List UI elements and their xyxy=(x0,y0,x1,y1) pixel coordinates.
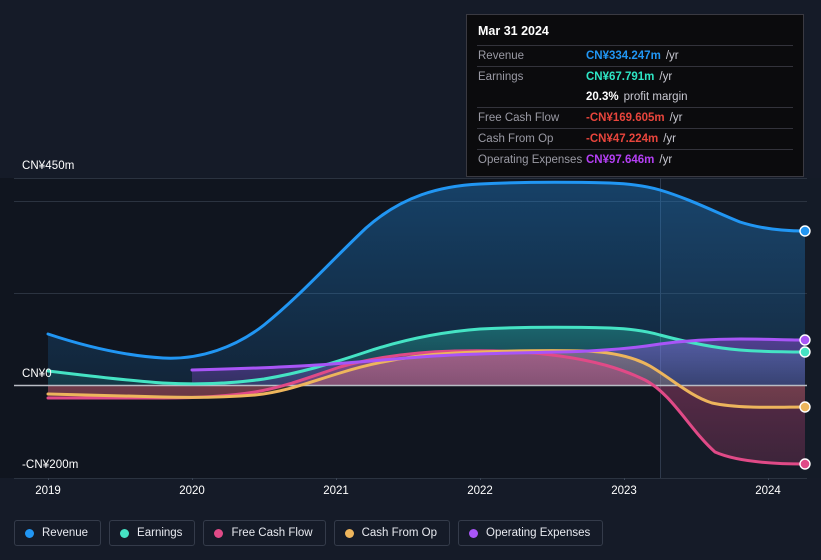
tooltip-date: Mar 31 2024 xyxy=(478,24,549,38)
tooltip-unit-profit-margin: profit margin xyxy=(623,91,688,103)
y-axis-label-zero: CN¥0 xyxy=(22,368,52,380)
tooltip-value-profit-margin: 20.3% xyxy=(586,91,619,103)
legend-dot-earnings-icon xyxy=(120,528,130,538)
x-axis-label-2020: 2020 xyxy=(179,485,205,497)
tooltip-row-profit-margin: 20.3% profit margin xyxy=(477,87,793,107)
tooltip-key-cash-from-op: Cash From Op xyxy=(478,133,554,145)
tooltip-row-cash-from-op: Cash From Op -CN¥47.224m /yr xyxy=(477,128,793,149)
tooltip-row-earnings: Earnings CN¥67.791m /yr xyxy=(477,66,793,87)
legend-dot-free-cash-flow-icon xyxy=(214,528,224,538)
legend-item-earnings[interactable]: Earnings xyxy=(109,520,196,546)
legend-item-operating-expenses[interactable]: Operating Expenses xyxy=(458,520,604,546)
tooltip-unit-earnings: /yr xyxy=(659,71,673,83)
tooltip-row-free-cash-flow: Free Cash Flow -CN¥169.605m /yr xyxy=(477,107,793,128)
tooltip-key-operating-expenses: Operating Expenses xyxy=(478,154,583,166)
legend-item-revenue[interactable]: Revenue xyxy=(14,520,102,546)
tooltip-unit-free-cash-flow: /yr xyxy=(669,112,683,124)
legend-dot-revenue-icon xyxy=(25,528,34,538)
endpoint-earnings xyxy=(799,346,811,358)
endpoint-cash-from-op xyxy=(799,401,811,413)
legend-item-cash-from-op[interactable]: Cash From Op xyxy=(333,520,451,546)
x-axis-label-2019: 2019 xyxy=(35,485,61,497)
endpoint-operating-expenses xyxy=(799,334,811,346)
legend-label-operating-expenses: Operating Expenses xyxy=(486,527,591,539)
x-axis-label-2024: 2024 xyxy=(755,485,781,497)
endpoint-free-cash-flow xyxy=(799,458,811,470)
legend-dot-cash-from-op-icon xyxy=(344,528,354,538)
tooltip-value-cash-from-op: -CN¥47.224m xyxy=(586,133,659,145)
y-axis-label-neg200m: -CN¥200m xyxy=(22,459,79,471)
legend-label-free-cash-flow: Free Cash Flow xyxy=(231,527,313,539)
chart-legend: Revenue Earnings Free Cash Flow Cash Fro… xyxy=(14,520,604,546)
legend-dot-operating-expenses-icon xyxy=(469,528,479,538)
y-axis-label-450m: CN¥450m xyxy=(22,160,75,172)
legend-label-revenue: Revenue xyxy=(42,527,89,539)
tooltip-key-earnings: Earnings xyxy=(478,71,524,83)
x-axis-label-2022: 2022 xyxy=(467,485,493,497)
tooltip-unit-operating-expenses: /yr xyxy=(659,154,673,166)
financial-area-chart: CN¥450m CN¥0 -CN¥200m 2019 2020 2021 202… xyxy=(0,0,821,560)
legend-item-free-cash-flow[interactable]: Free Cash Flow xyxy=(203,520,326,546)
tooltip-unit-revenue: /yr xyxy=(665,50,679,62)
tooltip-value-operating-expenses: CN¥97.646m xyxy=(586,154,655,166)
tooltip-value-earnings: CN¥67.791m xyxy=(586,71,655,83)
legend-label-earnings: Earnings xyxy=(137,527,183,539)
tooltip-row-operating-expenses: Operating Expenses CN¥97.646m /yr xyxy=(477,149,793,170)
tooltip-value-free-cash-flow: -CN¥169.605m xyxy=(586,112,665,124)
tooltip-unit-cash-from-op: /yr xyxy=(663,133,677,145)
tooltip-key-revenue: Revenue xyxy=(478,50,525,62)
endpoint-revenue xyxy=(799,225,811,237)
x-axis-label-2021: 2021 xyxy=(323,485,349,497)
tooltip-key-free-cash-flow: Free Cash Flow xyxy=(478,112,560,124)
tooltip-row-revenue: Revenue CN¥334.247m /yr xyxy=(477,45,793,66)
legend-label-cash-from-op: Cash From Op xyxy=(361,527,438,539)
x-axis-label-2023: 2023 xyxy=(611,485,637,497)
chart-tooltip: Mar 31 2024 Revenue CN¥334.247m /yr Earn… xyxy=(466,14,804,177)
tooltip-value-revenue: CN¥334.247m xyxy=(586,50,661,62)
